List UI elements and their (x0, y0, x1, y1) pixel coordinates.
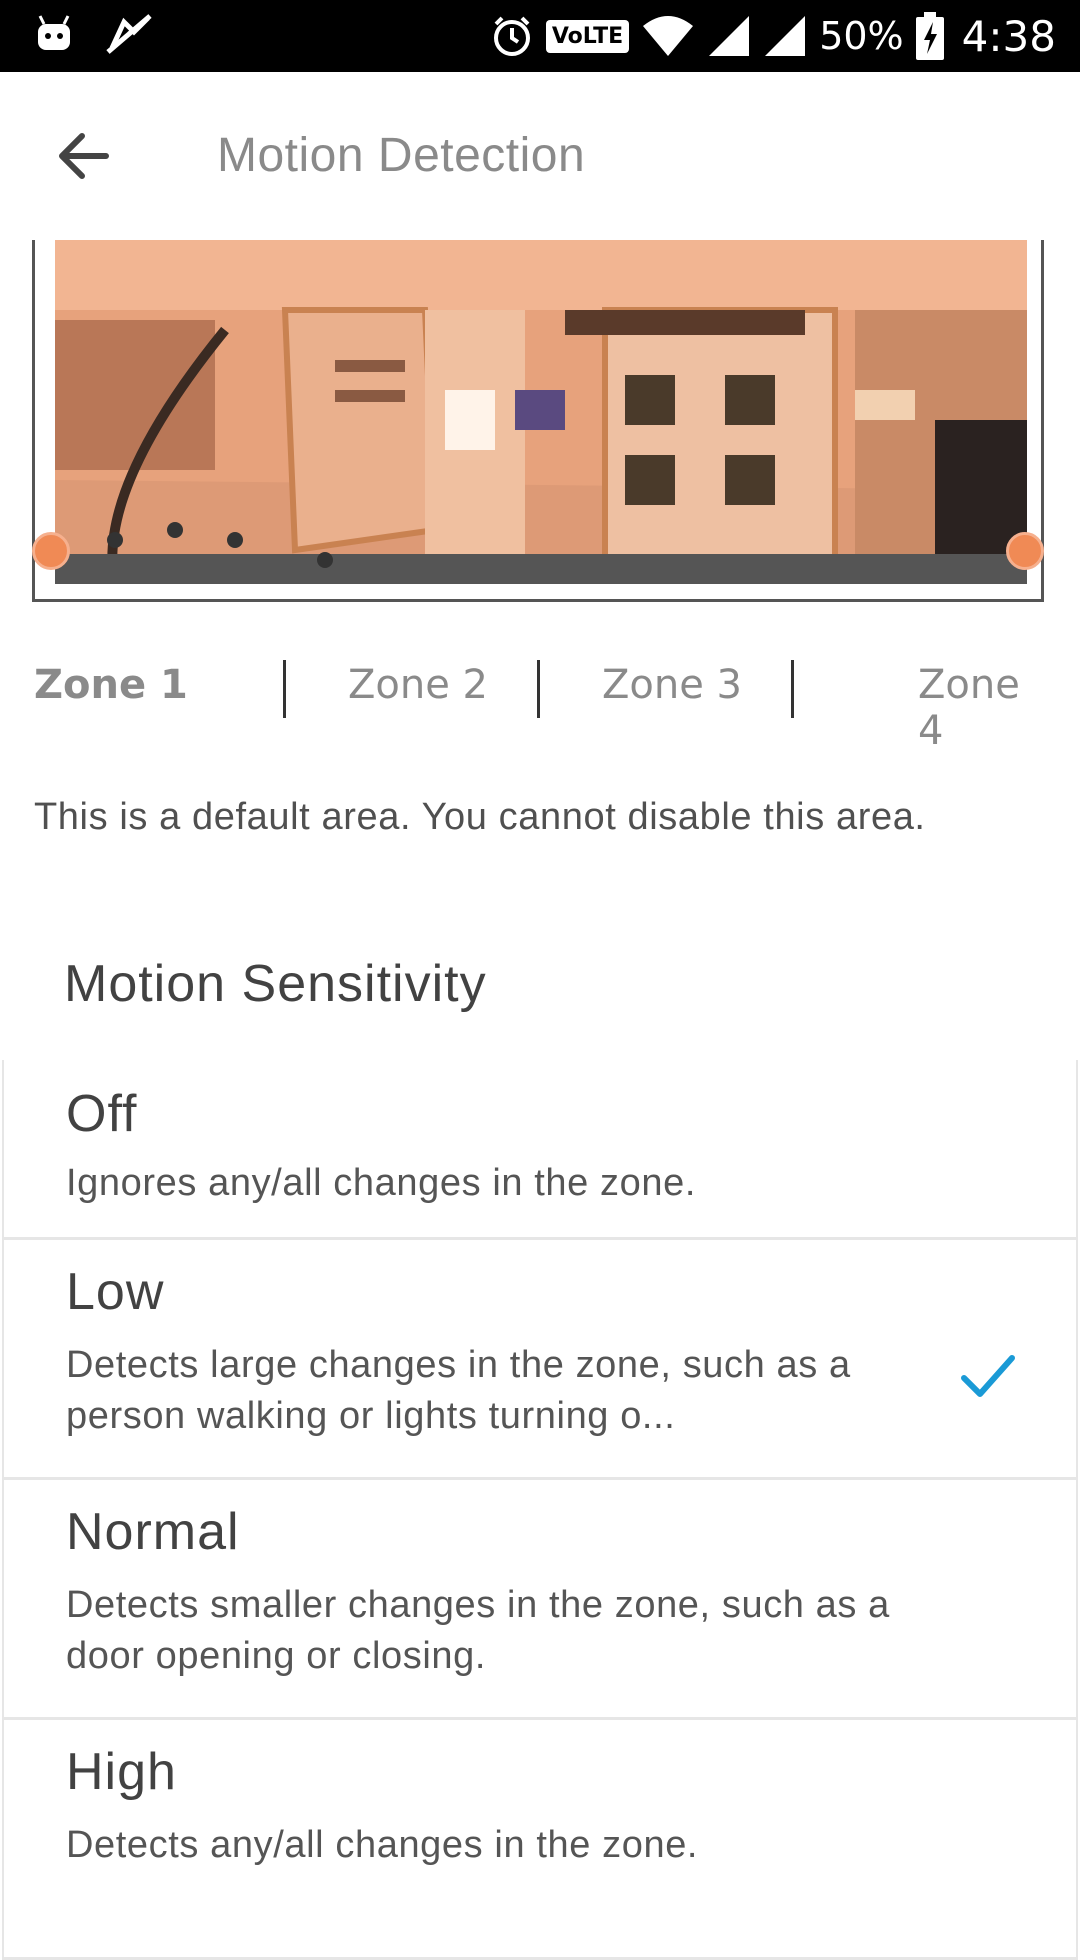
option-description: Ignores any/all changes in the zone. (66, 1162, 697, 1204)
zone-info-text: This is a default area. You cannot disab… (34, 796, 926, 838)
tab-zone-1[interactable]: Zone 1 (34, 662, 188, 708)
volte-icon: VoLTE (545, 19, 630, 53)
battery-charging-icon (915, 12, 944, 60)
sensitivity-options: Off Ignores any/all changes in the zone.… (2, 1060, 1078, 1960)
battery-percent: 50% (819, 14, 904, 58)
notification-off-icon (106, 14, 152, 54)
tab-zone-3[interactable]: Zone 3 (602, 662, 742, 708)
sensitivity-option-off[interactable]: Off Ignores any/all changes in the zone. (4, 1060, 1076, 1240)
camera-snapshot-image (55, 240, 1027, 584)
app-bar: Motion Detection (0, 72, 1080, 240)
checkmark-icon (961, 1355, 1015, 1397)
signal-icon (709, 16, 750, 56)
zone-editor[interactable] (32, 240, 1044, 602)
signal-icon (765, 16, 806, 56)
android-icon (38, 15, 70, 50)
tab-zone-2[interactable]: Zone 2 (348, 662, 488, 708)
zone-right-handle[interactable] (1006, 532, 1044, 570)
sensitivity-option-high[interactable]: High Detects any/all changes in the zone… (4, 1720, 1076, 1960)
page-title: Motion Detection (217, 129, 586, 182)
camera-preview (55, 240, 1027, 584)
clock: 4:38 (961, 11, 1056, 61)
sensitivity-option-low[interactable]: Low Detects large changes in the zone, s… (4, 1240, 1076, 1480)
option-description: Detects any/all changes in the zone. (66, 1824, 699, 1866)
tab-zone-4[interactable]: Zone 4 (918, 662, 1046, 754)
sensitivity-option-normal[interactable]: Normal Detects smaller changes in the zo… (4, 1480, 1076, 1720)
option-label: Normal (66, 1503, 240, 1561)
status-bar: VoLTE 50% 4:38 (0, 0, 1080, 72)
tab-divider (791, 660, 794, 718)
zone-left-handle[interactable] (32, 532, 70, 570)
tab-divider (283, 660, 286, 718)
option-description: Detects smaller changes in the zone, suc… (66, 1584, 890, 1677)
option-label: Off (66, 1085, 138, 1143)
zone-tabs: Zone 1 Zone 2 Zone 3 Zone 4 (34, 650, 1046, 754)
arrow-back-icon[interactable] (52, 124, 116, 188)
wifi-icon (643, 16, 694, 56)
alarm-icon (493, 16, 530, 56)
tab-divider (537, 660, 540, 718)
section-title: Motion Sensitivity (64, 955, 487, 1013)
option-description: Detects large changes in the zone, such … (66, 1344, 851, 1437)
option-label: High (66, 1743, 177, 1801)
option-label: Low (66, 1263, 165, 1321)
